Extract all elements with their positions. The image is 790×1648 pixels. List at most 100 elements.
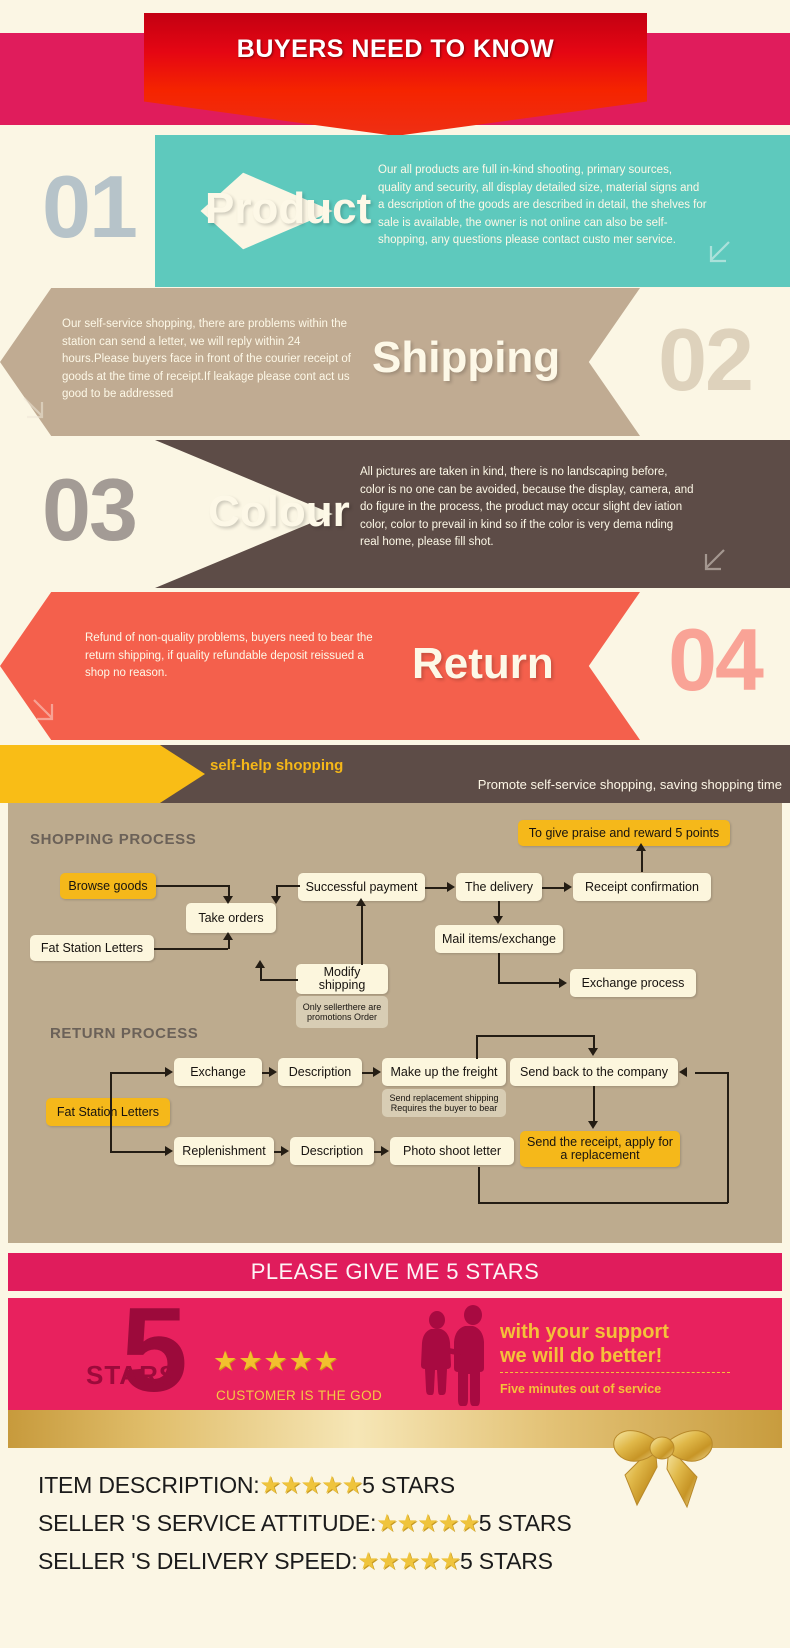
selfhelp-label: self-help shopping [210, 757, 344, 774]
section-product: 01 Product Our all products are full in-… [0, 135, 790, 287]
flow-arrow [381, 1146, 389, 1156]
star-rating-glyphs: ★★★★★ [213, 1346, 340, 1376]
rating-label: ITEM DESCRIPTION: [38, 1471, 260, 1498]
section-colour-number: 03 [42, 460, 138, 559]
support-heading: with your support we will do better! [500, 1321, 669, 1367]
flow-arrow [588, 1048, 598, 1056]
flow-arrow [356, 898, 366, 906]
flow-arrow [281, 1146, 289, 1156]
flow-line [361, 903, 363, 965]
node-photo-shoot-letter[interactable]: Photo shoot letter [390, 1137, 514, 1165]
rating-value: 5 STARS [478, 1509, 572, 1536]
rating-stars: ★★★★★ [259, 1471, 364, 1499]
node-praise-reward[interactable]: To give praise and reward 5 points [518, 820, 730, 846]
flow-arrow [165, 1067, 173, 1077]
support-divider [500, 1372, 730, 1373]
section-shipping-number: 02 [658, 310, 754, 409]
rating-stars: ★★★★★ [376, 1509, 480, 1537]
ratings-list: ITEM DESCRIPTION: ★★★★★ 5 STARS SELLER '… [38, 1466, 778, 1580]
node-send-back-company[interactable]: Send back to the company [510, 1058, 678, 1086]
flow-arrow [373, 1067, 381, 1077]
flow-line [154, 948, 228, 950]
return-process-title: RETURN PROCESS [50, 1025, 199, 1042]
rating-label: SELLER 'S DELIVERY SPEED: [38, 1547, 358, 1574]
section-colour-body: All pictures are taken in kind, there is… [360, 466, 694, 548]
rating-value: 5 STARS [362, 1471, 455, 1498]
flow-line [260, 979, 298, 981]
flow-arrow [271, 896, 281, 904]
flow-line [498, 901, 500, 917]
flow-line [593, 1035, 595, 1049]
section-return: 04 Return Refund of non-quality problems… [0, 592, 790, 740]
rating-row: ITEM DESCRIPTION: ★★★★★ 5 STARS [38, 1466, 778, 1504]
flow-arrow [447, 882, 455, 892]
flow-arrow [559, 978, 567, 988]
flow-arrow [493, 916, 503, 924]
flow-line [228, 939, 230, 949]
page-title: BUYERS NEED TO KNOW [236, 34, 555, 63]
flow-line [478, 1202, 728, 1204]
section-colour: 03 Colour All pictures are taken in kind… [0, 440, 790, 588]
section-return-title: Return [412, 639, 554, 688]
node-fat-station-letters-shopping[interactable]: Fat Station Letters [30, 935, 154, 961]
flow-line [476, 1035, 594, 1037]
flow-line [476, 1035, 478, 1059]
node-take-orders[interactable]: Take orders [186, 903, 276, 933]
rating-label: SELLER 'S SERVICE ATTITUDE: [38, 1509, 377, 1536]
flow-panel: SHOPPING PROCESS Browse goods Fat Statio… [8, 803, 782, 1243]
flow-arrow [269, 1067, 277, 1077]
flow-line [727, 1072, 729, 1203]
couple-handshake-icon [421, 1305, 484, 1406]
selfhelp-subtitle: Promote self-service shopping, saving sh… [477, 777, 782, 792]
node-replenishment[interactable]: Replenishment [174, 1137, 274, 1165]
stars-word: STARS [86, 1360, 178, 1390]
node-successful-payment[interactable]: Successful payment [298, 873, 425, 901]
flow-arrow [223, 932, 233, 940]
rating-row: SELLER 'S SERVICE ATTITUDE: ★★★★★ 5 STAR… [38, 1504, 778, 1542]
section-shipping: 02 Shipping Our self-service shopping, t… [0, 288, 790, 436]
arrow-down-right-icon [33, 699, 54, 721]
flow-arrow [679, 1067, 687, 1077]
node-mail-items-exchange[interactable]: Mail items/exchange [435, 925, 563, 953]
section-return-body: Refund of non-quality problems, buyers n… [85, 632, 373, 679]
flow-line [498, 953, 500, 983]
section-product-title: Product [205, 184, 372, 233]
flow-line [542, 887, 566, 889]
node-freight-note: Send replacement shipping Requires the b… [382, 1089, 506, 1117]
node-exchange-process[interactable]: Exchange process [570, 969, 696, 997]
flow-line [593, 1086, 595, 1122]
flow-line [110, 1072, 112, 1152]
node-the-delivery[interactable]: The delivery [456, 873, 542, 901]
node-browse-goods[interactable]: Browse goods [60, 873, 156, 899]
node-send-receipt-replacement[interactable]: Send the receipt, apply for a replacemen… [520, 1131, 680, 1167]
flow-line [110, 1072, 166, 1074]
rating-row: SELLER 'S DELIVERY SPEED: ★★★★★ 5 STARS [38, 1542, 778, 1580]
flow-line [156, 885, 228, 887]
arrow-down-right-icon [23, 397, 44, 419]
section-colour-title: Colour [208, 487, 350, 536]
flow-line [276, 885, 300, 887]
node-modify-shipping-note: Only sellerthere are promotions Order [296, 996, 388, 1028]
flow-arrow [588, 1121, 598, 1129]
node-description-1[interactable]: Description [278, 1058, 362, 1086]
flow-arrow [255, 960, 265, 968]
rating-stars: ★★★★★ [357, 1547, 461, 1575]
arrow-down-left-icon [704, 549, 725, 571]
flow-line [110, 1151, 166, 1153]
node-modify-shipping[interactable]: Modify shipping [296, 964, 388, 994]
flow-line [478, 1167, 480, 1203]
flow-arrow [564, 882, 572, 892]
node-make-up-freight[interactable]: Make up the freight [382, 1058, 506, 1086]
flow-line [425, 887, 449, 889]
section-product-number: 01 [42, 157, 138, 256]
node-exchange[interactable]: Exchange [174, 1058, 262, 1086]
node-receipt-confirmation[interactable]: Receipt confirmation [573, 873, 711, 901]
section-return-number: 04 [668, 610, 764, 709]
header-banner: BUYERS NEED TO KNOW [0, 0, 790, 136]
big-five-number: 5 [121, 1298, 188, 1410]
shopping-process-title: SHOPPING PROCESS [30, 831, 197, 848]
node-fat-station-letters-return[interactable]: Fat Station Letters [46, 1098, 170, 1126]
section-shipping-body: Our self-service shopping, there are pro… [62, 318, 351, 400]
rating-value: 5 STARS [460, 1547, 553, 1574]
node-description-2[interactable]: Description [290, 1137, 374, 1165]
